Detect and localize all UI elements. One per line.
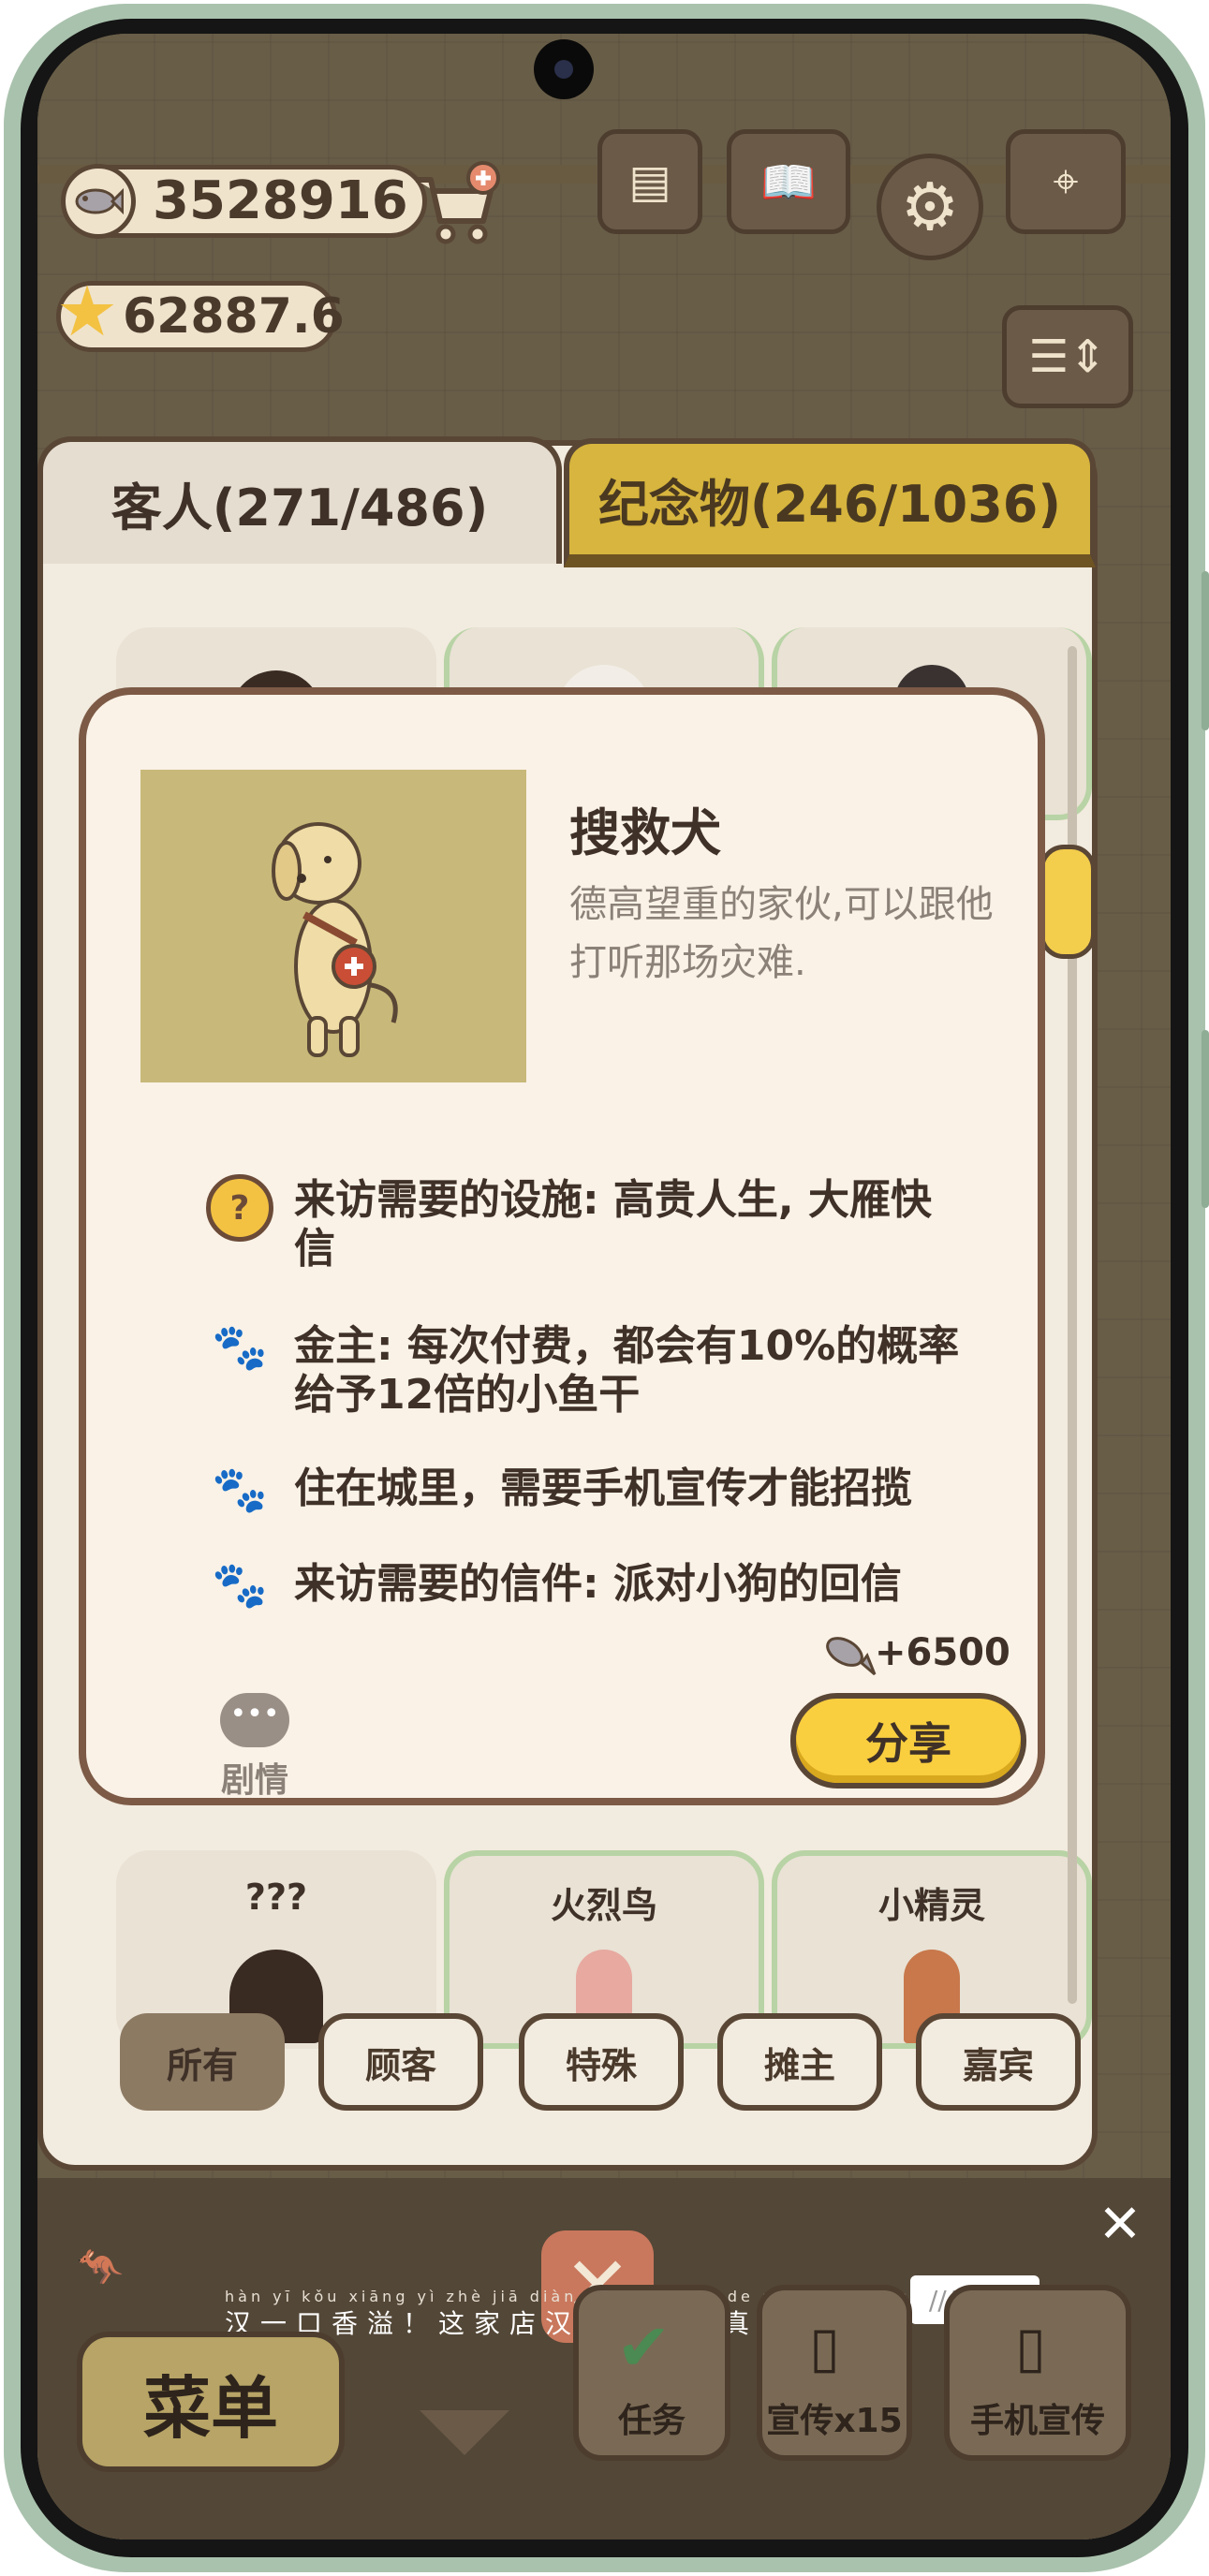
star-count: 62887.6: [123, 288, 345, 345]
scrollbar-thumb[interactable]: [1039, 845, 1096, 959]
filter-vendors[interactable]: 摊主: [717, 2013, 882, 2111]
menu-label: 菜单: [142, 2368, 278, 2448]
menu-button[interactable]: 菜单: [77, 2332, 345, 2472]
front-camera: [534, 39, 594, 99]
reward-amount: +6500: [875, 1631, 1010, 1674]
phone-promo-button[interactable]: ▯ 手机宣传: [944, 2285, 1131, 2461]
fish-count: 3528916: [153, 170, 408, 231]
guest-card-label: 小精灵: [877, 1885, 985, 1926]
star-icon: ★: [55, 272, 119, 352]
guest-card-label: ???: [244, 1877, 308, 1918]
filter-customers-label: 顾客: [364, 2044, 436, 2086]
filter-vendors-label: 摊主: [763, 2044, 835, 2086]
requirement-text: 住在城里，需要手机宣传才能招揽: [294, 1465, 912, 1512]
promo-button[interactable]: ▯ 宣传x15: [757, 2285, 912, 2461]
filter-special[interactable]: 特殊: [519, 2013, 684, 2111]
tab-souvenirs[interactable]: 纪念物(246/1036): [564, 438, 1096, 567]
notebook-icon: ▤: [628, 155, 671, 208]
requirement-text: 金主: 每次付费，都会有10%的概率给予12倍的小鱼干: [294, 1322, 960, 1419]
volume-button: [1202, 571, 1209, 730]
guest-portrait-large: [140, 770, 526, 1082]
guidebook-button[interactable]: 📖: [727, 129, 850, 234]
guest-card-label: 火烈鸟: [550, 1885, 657, 1926]
task-button[interactable]: ✔ 任务: [573, 2285, 730, 2461]
guest-name: 搜救犬: [569, 803, 721, 862]
share-label: 分享: [865, 1718, 951, 1769]
promo-label: 宣传x15: [766, 2402, 903, 2440]
phone-icon: ▯: [1015, 2315, 1047, 2380]
requirement-text: 来访需要的设施: 高贵人生, 大雁快信: [294, 1176, 932, 1273]
guest-description: 德高望重的家伙,可以跟他打听那场灾难.: [569, 883, 994, 984]
tab-guests-label: 客人(271/486): [111, 478, 489, 537]
filter-guests-label: 嘉宾: [962, 2044, 1034, 2086]
question-icon: ?: [206, 1174, 273, 1242]
fish-icon: [826, 1637, 877, 1676]
rescue-dog-illustration: [272, 822, 398, 1057]
share-button[interactable]: 分享: [790, 1693, 1026, 1788]
requirement-row: ? 来访需要的设施: 高贵人生, 大雁快信: [122, 1174, 993, 1277]
chevron-down-icon[interactable]: [420, 2410, 509, 2455]
star-counter: ★ 62887.6: [56, 272, 345, 352]
story-button[interactable]: ••• 剧情: [208, 1693, 302, 1802]
phone-promo-label: 手机宣传: [969, 2402, 1105, 2440]
shop-cart-button[interactable]: [408, 159, 502, 253]
power-button: [1202, 1030, 1209, 1208]
phone-icon: ▯: [809, 2315, 841, 2380]
paw-icon: 🐾: [212, 1464, 268, 1516]
requirement-row: 🐾 住在城里，需要手机宣传才能招揽: [122, 1463, 993, 1519]
cart-icon: [416, 161, 500, 244]
paw-icon: 🐾: [212, 1559, 268, 1612]
notebook-button[interactable]: ▤: [597, 129, 702, 234]
tab-guests[interactable]: 客人(271/486): [37, 436, 562, 564]
book-icon: 📖: [760, 155, 817, 209]
filter-all-label: 所有: [166, 2044, 238, 2086]
ad-logo-icon: 🦘: [77, 2246, 124, 2289]
chat-bubble-icon: •••: [220, 1693, 289, 1747]
gear-icon: ⚙: [900, 169, 960, 245]
filter-guests[interactable]: 嘉宾: [916, 2013, 1081, 2111]
map-button[interactable]: ⌖: [1006, 129, 1126, 234]
settings-button[interactable]: ⚙: [877, 154, 983, 260]
tab-souvenirs-label: 纪念物(246/1036): [597, 474, 1062, 534]
ad-close-icon[interactable]: ✕: [1092, 2197, 1148, 2253]
requirement-row: 🐾 来访需要的信件: 派对小狗的回信: [122, 1558, 993, 1614]
sort-icon: ☰⇕: [1028, 331, 1107, 383]
checkmark-icon: ✔: [616, 2309, 671, 2386]
story-label: 剧情: [220, 1761, 288, 1800]
map-icon: ⌖: [1053, 155, 1079, 208]
filter-customers[interactable]: 顾客: [318, 2013, 483, 2111]
fish-counter: 3528916: [61, 164, 427, 239]
filter-all[interactable]: 所有: [120, 2013, 285, 2111]
requirement-text: 来访需要的信件: 派对小狗的回信: [294, 1560, 902, 1608]
requirement-row: 🐾 金主: 每次付费，都会有10%的概率给予12倍的小鱼干: [122, 1320, 993, 1423]
layout-toggle-button[interactable]: ☰⇕: [1002, 305, 1133, 408]
fish-icon: [61, 164, 136, 239]
task-label: 任务: [617, 2402, 686, 2440]
filter-special-label: 特殊: [565, 2044, 637, 2086]
paw-icon: 🐾: [212, 1321, 268, 1374]
